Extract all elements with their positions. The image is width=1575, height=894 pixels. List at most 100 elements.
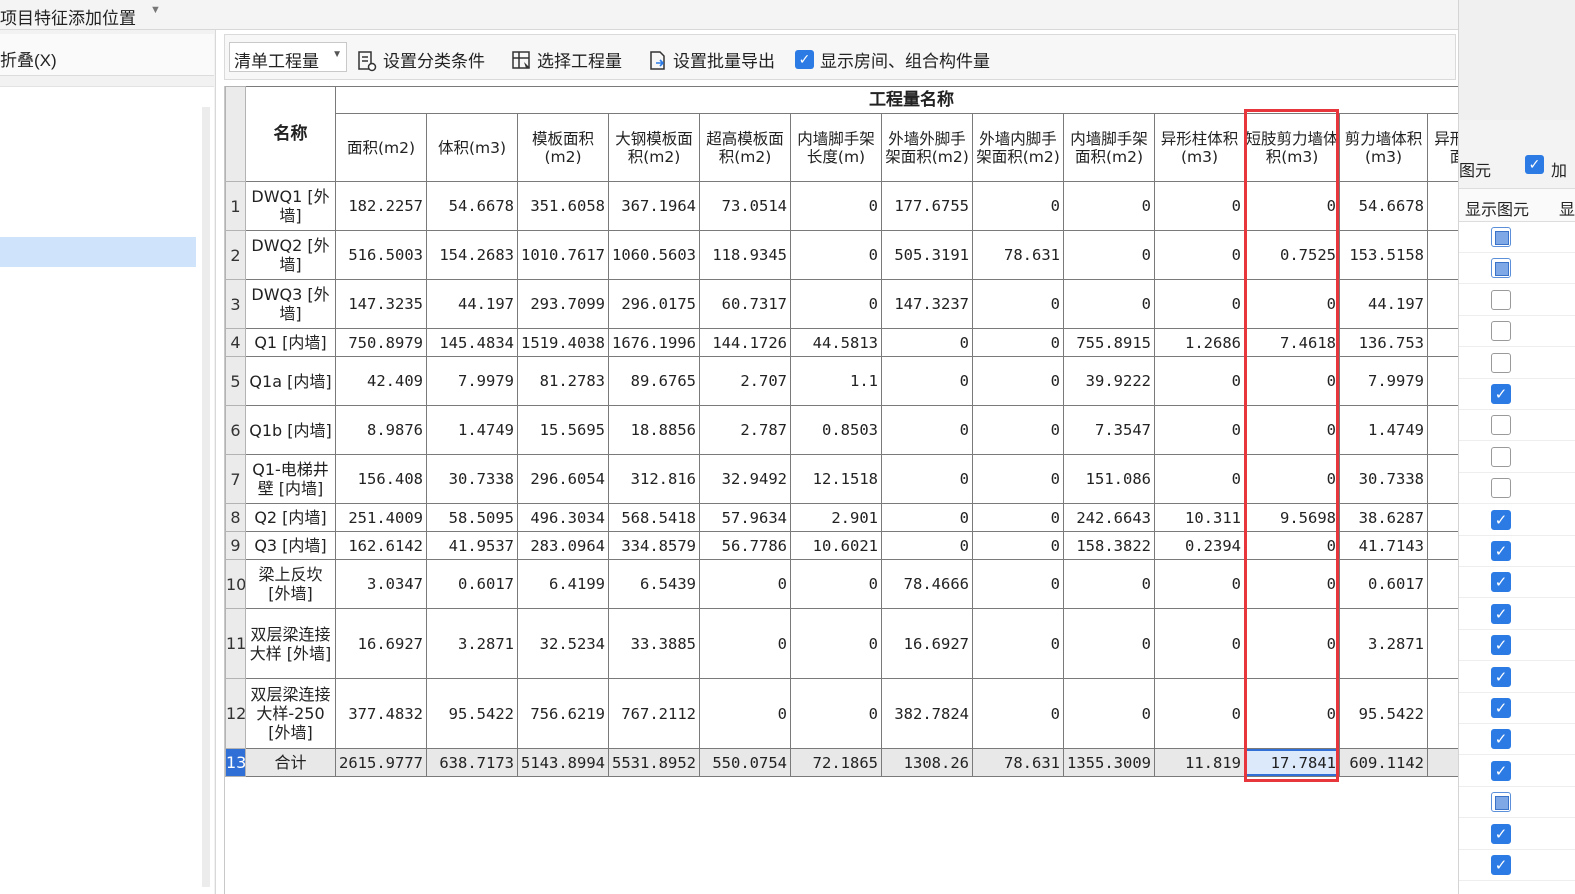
value-cell[interactable]: 60.7317 — [699, 279, 791, 329]
table-row[interactable]: 3 DWQ3 [外墙] 147.3235 44.197 293.7099 296.0175… — [225, 279, 1458, 329]
value-cell[interactable]: 0 — [1063, 608, 1155, 679]
value-cell[interactable]: 0 — [972, 503, 1064, 532]
value-cell[interactable]: 41.9537 — [426, 531, 518, 560]
value-cell[interactable] — [1426, 454, 1458, 504]
value-cell[interactable]: 0 — [972, 279, 1064, 329]
feature-position-title[interactable]: 项目特征添加位置 — [0, 4, 136, 29]
row-name-cell[interactable]: Q1a [内墙] — [245, 356, 336, 406]
row-number[interactable]: 11 — [225, 608, 246, 679]
table-row[interactable]: 8 Q2 [内墙] 251.4009 58.5095 496.3034 568.5418 5… — [225, 503, 1458, 532]
total-row[interactable]: 13 合计 2615.9777 638.7173 5143.8994 5531.8952 5… — [225, 748, 1458, 777]
row-number[interactable]: 10 — [225, 559, 246, 609]
value-cell[interactable]: 3.2871 — [1339, 608, 1428, 679]
value-cell[interactable]: 0 — [972, 531, 1064, 560]
value-cell[interactable]: 0 — [972, 559, 1064, 609]
value-cell[interactable] — [1426, 531, 1458, 560]
name-column-header[interactable]: 名称 — [245, 86, 336, 182]
table-row[interactable]: 6 Q1b [内墙] 8.9876 1.4749 15.5695 18.8856 2.787… — [225, 405, 1458, 455]
value-cell[interactable]: 6.4199 — [517, 559, 609, 609]
value-cell[interactable]: 12.1518 — [790, 454, 882, 504]
value-cell[interactable]: 10.6021 — [790, 531, 882, 560]
total-value-cell[interactable]: 78.631 — [972, 748, 1064, 777]
column-header[interactable]: 剪力墙体积(m3) — [1339, 113, 1428, 182]
value-cell[interactable]: 0 — [1244, 405, 1340, 455]
value-cell[interactable]: 0 — [1244, 678, 1340, 749]
value-cell[interactable]: 0 — [972, 678, 1064, 749]
total-value-cell[interactable]: 609.1142 — [1339, 748, 1428, 777]
value-cell[interactable]: 496.3034 — [517, 503, 609, 532]
checkbox-checked-icon[interactable]: ✓ — [1491, 760, 1511, 781]
value-cell[interactable]: 30.7338 — [426, 454, 518, 504]
value-cell[interactable]: 756.6219 — [517, 678, 609, 749]
value-cell[interactable]: 78.631 — [972, 230, 1064, 280]
value-cell[interactable]: 7.4618 — [1244, 328, 1340, 357]
value-cell[interactable]: 95.5422 — [1339, 678, 1428, 749]
value-cell[interactable]: 0 — [1154, 678, 1245, 749]
value-cell[interactable]: 377.4832 — [335, 678, 427, 749]
value-cell[interactable] — [1426, 608, 1458, 679]
value-cell[interactable]: 0 — [1244, 454, 1340, 504]
checkbox-unchecked-icon[interactable] — [1491, 446, 1511, 467]
value-cell[interactable]: 0 — [1154, 559, 1245, 609]
checkbox-checked-icon[interactable]: ✓ — [1491, 384, 1511, 404]
table-row[interactable]: 1 DWQ1 [外墙] 182.2257 54.6678 351.6058 367.196… — [225, 181, 1458, 231]
value-cell[interactable]: 7.9979 — [1339, 356, 1428, 406]
total-value-cell[interactable]: 5143.8994 — [517, 748, 609, 777]
value-cell[interactable]: 3.2871 — [426, 608, 518, 679]
batch-export-button[interactable]: 设置批量导出 — [647, 47, 775, 72]
row-name-cell[interactable]: Q3 [内墙] — [245, 531, 336, 560]
checkbox-partial-icon[interactable] — [1491, 258, 1511, 279]
value-cell[interactable]: 95.5422 — [426, 678, 518, 749]
row-name-cell[interactable]: 双层梁连接大样-250 [外墙] — [245, 678, 336, 749]
value-cell[interactable]: 118.9345 — [699, 230, 791, 280]
row-name-cell[interactable]: DWQ2 [外墙] — [245, 230, 336, 280]
value-cell[interactable]: 1.1 — [790, 356, 882, 406]
value-cell[interactable]: 177.6755 — [881, 181, 973, 231]
value-cell[interactable]: 57.9634 — [699, 503, 791, 532]
checkbox-checked-icon[interactable]: ✓ — [1491, 603, 1511, 624]
value-cell[interactable]: 755.8915 — [1063, 328, 1155, 357]
column-header[interactable]: 体积(m3) — [426, 113, 518, 182]
value-cell[interactable] — [1426, 181, 1458, 231]
value-cell[interactable]: 9.5698 — [1244, 503, 1340, 532]
checkbox-checked-icon[interactable]: ✓ — [1491, 855, 1511, 875]
column-header[interactable]: 内墙脚手架长度(m) — [790, 113, 882, 182]
column-header[interactable]: 大钢模板面积(m2) — [608, 113, 700, 182]
value-cell[interactable]: 58.5095 — [426, 503, 518, 532]
fold-button[interactable]: 折叠(X) — [0, 46, 57, 71]
value-cell[interactable]: 151.086 — [1063, 454, 1155, 504]
total-value-cell[interactable]: 5531.8952 — [608, 748, 700, 777]
row-name-cell[interactable]: Q2 [内墙] — [245, 503, 336, 532]
column-header[interactable]: 异形柱体积(m3) — [1154, 113, 1245, 182]
value-cell[interactable]: 0 — [790, 279, 882, 329]
value-cell[interactable]: 0 — [1244, 356, 1340, 406]
value-cell[interactable]: 7.9979 — [426, 356, 518, 406]
row-number[interactable]: 9 — [225, 531, 246, 560]
value-cell[interactable]: 0.6017 — [1339, 559, 1428, 609]
checkbox-checked-icon[interactable]: ✓ — [1491, 635, 1511, 656]
value-cell[interactable] — [1426, 230, 1458, 280]
value-cell[interactable] — [1426, 678, 1458, 749]
value-cell[interactable]: 7.3547 — [1063, 405, 1155, 455]
value-cell[interactable]: 0 — [699, 559, 791, 609]
value-cell[interactable]: 16.6927 — [881, 608, 973, 679]
table-row[interactable]: 10 梁上反坎 [外墙] 3.0347 0.6017 6.4199 6.5439 0 0 78.… — [225, 559, 1458, 609]
value-cell[interactable]: 136.753 — [1339, 328, 1428, 357]
quantity-type-dropdown[interactable]: 清单工程量 ▼ — [229, 42, 347, 72]
value-cell[interactable]: 0 — [881, 531, 973, 560]
value-cell[interactable]: 0 — [881, 356, 973, 406]
row-name-cell[interactable]: Q1 [内墙] — [245, 328, 336, 357]
value-cell[interactable]: 78.4666 — [881, 559, 973, 609]
value-cell[interactable]: 32.9492 — [699, 454, 791, 504]
table-row[interactable]: 4 Q1 [内墙] 750.8979 145.4834 1519.4038 1676.19… — [225, 328, 1458, 357]
checkbox-checked-icon[interactable]: ✓ — [1491, 823, 1511, 844]
value-cell[interactable]: 3.0347 — [335, 559, 427, 609]
value-cell[interactable]: 0 — [1063, 559, 1155, 609]
value-cell[interactable] — [1426, 328, 1458, 357]
value-cell[interactable]: 33.3885 — [608, 608, 700, 679]
value-cell[interactable]: 0 — [790, 608, 882, 679]
value-cell[interactable]: 0 — [1244, 559, 1340, 609]
left-tree-selected-item[interactable] — [0, 237, 196, 267]
value-cell[interactable]: 0 — [1154, 279, 1245, 329]
row-number[interactable]: 5 — [225, 356, 246, 406]
